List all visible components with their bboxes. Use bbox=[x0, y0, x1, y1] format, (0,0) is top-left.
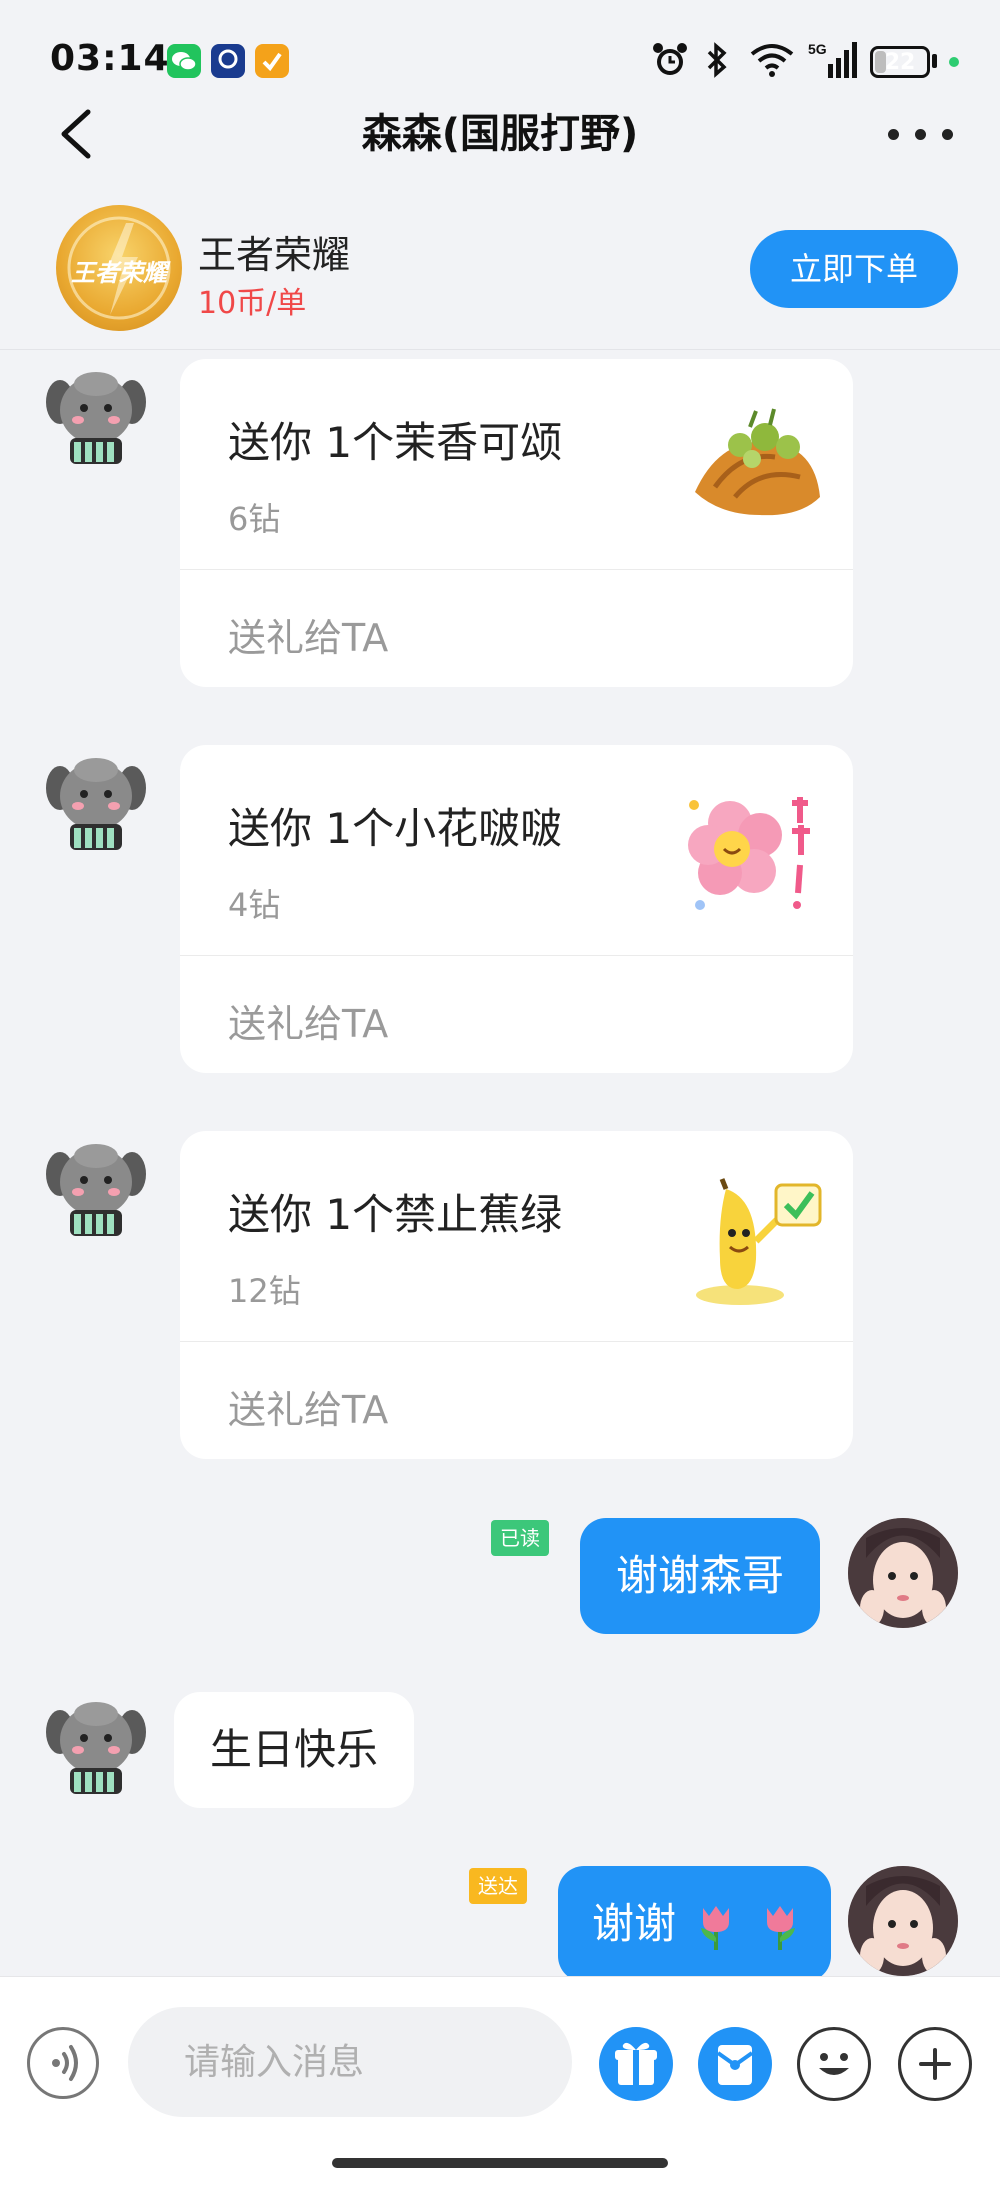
gift-card: 送你 1个小花啵啵 4钻 送礼给TA bbox=[180, 745, 853, 1073]
more-dot-icon bbox=[888, 129, 899, 140]
message-bubble-outgoing[interactable]: 谢谢 bbox=[558, 1866, 831, 1982]
message-text: 谢谢 bbox=[592, 1899, 677, 1948]
cellular-signal-icon: 5G bbox=[808, 41, 857, 78]
gift-title: 送你 1个茉香可颂 bbox=[228, 418, 563, 467]
gift-title: 送你 1个小花啵啵 bbox=[228, 804, 563, 853]
gift-divider bbox=[180, 955, 853, 956]
game-logo: 王者荣耀 bbox=[56, 205, 182, 331]
tulip-emoji-icon bbox=[766, 1905, 795, 1950]
croissant-gift-icon bbox=[695, 408, 820, 516]
privacy-indicator-dot bbox=[949, 57, 959, 67]
chat-screen: 03:14 5G 22 森森(国服打野) 王者荣耀 王者荣耀 10币/单 立即下… bbox=[0, 0, 1000, 2187]
gift-divider bbox=[180, 1341, 853, 1342]
more-actions-button[interactable] bbox=[898, 2027, 972, 2101]
tasks-app-icon bbox=[255, 44, 289, 78]
tulip-emoji-icon bbox=[701, 1905, 730, 1950]
bluetooth-icon bbox=[707, 42, 727, 78]
smiley-icon bbox=[819, 2053, 849, 2075]
alarm-icon bbox=[653, 43, 687, 75]
gift-icon bbox=[615, 2042, 657, 2085]
more-options-button[interactable] bbox=[886, 120, 956, 150]
my-avatar[interactable] bbox=[848, 1518, 958, 1628]
message-bubble-incoming[interactable]: 生日快乐 bbox=[174, 1692, 415, 1808]
gift-divider bbox=[180, 569, 853, 570]
flower-gift-icon bbox=[688, 797, 810, 910]
user-photo bbox=[848, 1866, 958, 1976]
sender-avatar[interactable] bbox=[44, 748, 148, 858]
sender-avatar[interactable] bbox=[44, 362, 148, 472]
gift-price: 6钻 bbox=[228, 500, 281, 538]
sender-avatar[interactable] bbox=[44, 1134, 148, 1244]
game-name: 王者荣耀 bbox=[198, 233, 351, 277]
message-bubble-outgoing[interactable]: 谢谢森哥 bbox=[580, 1518, 821, 1634]
user-photo bbox=[848, 1518, 958, 1628]
send-gift-link[interactable]: 送礼给TA bbox=[228, 607, 388, 662]
read-status-badge: 已读 bbox=[491, 1520, 549, 1556]
gift-price: 12钻 bbox=[228, 1272, 301, 1310]
gift-card: 送你 1个禁止蕉绿 12钻 送礼给TA bbox=[180, 1131, 853, 1459]
send-gift-link[interactable]: 送礼给TA bbox=[228, 993, 388, 1048]
svg-text:5G: 5G bbox=[808, 41, 827, 57]
game-service-bar: 王者荣耀 王者荣耀 10币/单 立即下单 bbox=[0, 200, 1000, 350]
delivered-status-badge: 送达 bbox=[469, 1868, 527, 1904]
gift-button[interactable] bbox=[599, 2027, 673, 2101]
red-packet-button[interactable] bbox=[698, 2027, 772, 2101]
gift-card: 送你 1个茉香可颂 6钻 送礼给TA bbox=[180, 359, 853, 687]
message-input[interactable] bbox=[128, 2007, 572, 2117]
page-title: 森森(国服打野) bbox=[361, 111, 639, 157]
my-avatar[interactable] bbox=[848, 1866, 958, 1976]
battery-icon: 22 bbox=[870, 46, 930, 78]
battery-cap bbox=[932, 54, 937, 68]
voice-input-button[interactable] bbox=[27, 2027, 99, 2099]
plus-icon bbox=[919, 2048, 951, 2080]
voice-icon bbox=[52, 2045, 78, 2081]
battery-percent: 22 bbox=[884, 50, 916, 75]
order-now-button[interactable]: 立即下单 bbox=[750, 230, 958, 308]
sender-avatar[interactable] bbox=[44, 1692, 148, 1802]
gift-title: 送你 1个禁止蕉绿 bbox=[228, 1190, 563, 1239]
game-logo-text: 王者荣耀 bbox=[71, 259, 167, 287]
send-gift-link[interactable]: 送礼给TA bbox=[228, 1379, 388, 1434]
emoji-button[interactable] bbox=[797, 2027, 871, 2101]
wechat-icon bbox=[167, 44, 201, 78]
wifi-icon bbox=[750, 44, 794, 77]
gift-price: 4钻 bbox=[228, 886, 281, 924]
banana-gift-icon bbox=[696, 1178, 822, 1305]
home-indicator bbox=[332, 2158, 668, 2168]
more-dot-icon bbox=[915, 129, 926, 140]
chat-header: 森森(国服打野) bbox=[0, 100, 1000, 200]
app-notification-icon bbox=[211, 44, 245, 78]
status-time: 03:14 bbox=[50, 38, 170, 79]
envelope-icon bbox=[716, 2045, 754, 2085]
more-dot-icon bbox=[942, 129, 953, 140]
game-price: 10币/单 bbox=[198, 286, 307, 321]
input-bar bbox=[0, 1976, 1000, 2187]
status-bar: 03:14 5G 22 bbox=[0, 0, 1000, 100]
